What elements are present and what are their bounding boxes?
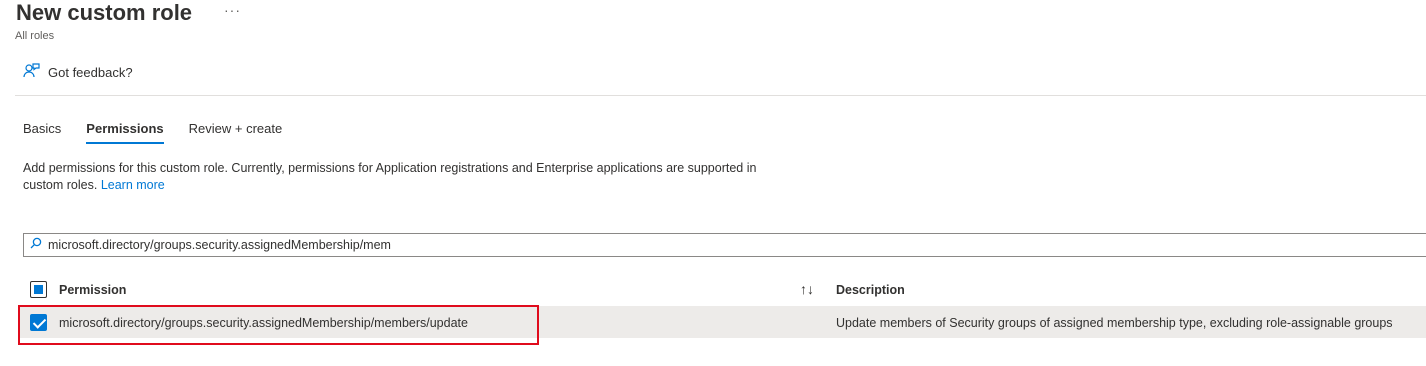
highlight-annotation [18, 305, 539, 345]
header-divider [15, 95, 1426, 96]
table-header: Permission ↑↓ Description [18, 277, 1426, 303]
feedback-button[interactable]: Got feedback? [22, 62, 133, 83]
feedback-label: Got feedback? [48, 65, 133, 80]
column-header-description: Description [836, 283, 905, 297]
tab-bar: Basics Permissions Review + create [23, 121, 307, 144]
row-description: Update members of Security groups of ass… [836, 316, 1393, 330]
tab-permissions[interactable]: Permissions [86, 121, 164, 144]
more-options-button[interactable]: ··· [224, 2, 241, 18]
learn-more-link[interactable]: Learn more [101, 178, 165, 192]
permission-search[interactable] [23, 233, 1426, 257]
page-title: New custom role [16, 0, 193, 25]
search-icon [30, 236, 42, 254]
breadcrumb[interactable]: All roles [15, 30, 54, 42]
column-header-permission[interactable]: Permission [59, 283, 126, 297]
tab-review-create[interactable]: Review + create [189, 121, 283, 144]
tab-basics[interactable]: Basics [23, 121, 61, 144]
search-input[interactable] [48, 238, 1426, 252]
feedback-person-icon [22, 62, 40, 83]
permissions-description: Add permissions for this custom role. Cu… [23, 160, 793, 194]
sort-icon[interactable]: ↑↓ [800, 281, 814, 297]
select-all-checkbox[interactable] [30, 281, 47, 298]
